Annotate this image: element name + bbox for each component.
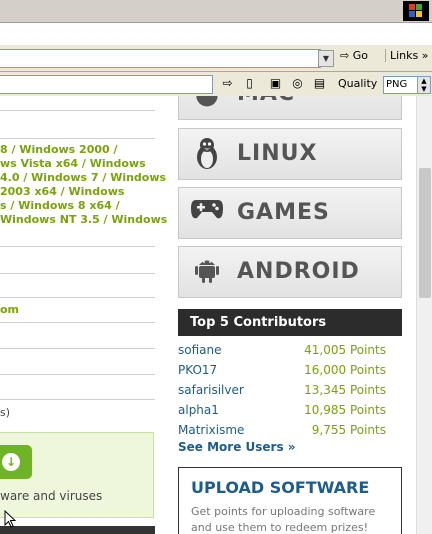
android-icon — [189, 255, 225, 289]
website-link[interactable]: om — [0, 303, 19, 316]
divider — [0, 322, 155, 323]
platform-button-mac[interactable]: ● MAC — [178, 96, 402, 120]
tux-icon — [189, 137, 225, 171]
contributor-points: 10,985 Points — [304, 403, 386, 417]
contributor-points: 13,345 Points — [304, 383, 386, 397]
contributor-points: 41,005 Points — [304, 343, 386, 357]
links-label: Links — [390, 49, 419, 62]
contributor-points: 9,755 Points — [311, 423, 386, 437]
capture-toolbar: ⇨ ▯ ▣ ◎ ▤ Quality PNG ▲ ▼ — [0, 72, 432, 97]
left-column: 8 / Windows 2000 / ws Vista x64 / Window… — [0, 96, 167, 534]
contributor-row: safarisilver 13,345 Points — [178, 380, 386, 400]
platform-button-games[interactable]: GAMES — [178, 187, 402, 239]
toolbar-search-field[interactable] — [0, 75, 213, 94]
contributor-points: 16,000 Points — [304, 363, 386, 377]
see-more-users-link[interactable]: See More Users » — [178, 440, 296, 454]
download-arrow-icon: ↓ — [2, 453, 20, 471]
upload-software-desc: Get points for uploading software and us… — [191, 505, 376, 534]
platform-label: LINUX — [237, 141, 318, 166]
divider — [0, 273, 155, 274]
platform-label: ANDROID — [237, 259, 360, 284]
divider — [0, 348, 155, 349]
download-button[interactable]: ↓ — [0, 445, 32, 479]
os-line[interactable]: 4.0 / Windows 7 / Windows — [0, 171, 166, 185]
capture-icon[interactable]: ▣ — [268, 76, 283, 91]
virus-free-text: ware and viruses — [0, 489, 103, 503]
right-column: ● MAC LINUX GAMES ANDROID Top 5 Contribu… — [178, 96, 402, 534]
binoculars-icon[interactable]: ◎ — [290, 76, 305, 91]
contributor-name[interactable]: safarisilver — [178, 380, 244, 400]
go-label: Go — [352, 49, 368, 62]
scrollbar-thumb[interactable] — [419, 168, 431, 298]
address-dropdown-button[interactable]: ▼ — [318, 50, 334, 67]
contributor-name[interactable]: PKO17 — [178, 360, 217, 380]
mouse-cursor-icon — [4, 510, 16, 528]
file-info-text: s) — [0, 406, 11, 419]
contributor-name[interactable]: alpha1 — [178, 400, 219, 420]
arrow-right-icon[interactable]: ⇨ — [220, 76, 235, 91]
windows-logo-icon — [403, 1, 429, 21]
divider — [0, 374, 155, 375]
contributor-row: Matrixisme 9,755 Points — [178, 420, 386, 440]
links-button[interactable]: Links » — [385, 49, 429, 62]
platform-button-linux[interactable]: LINUX — [178, 128, 402, 180]
quality-label: Quality — [338, 77, 378, 90]
os-line[interactable]: ws Vista x64 / Windows — [0, 157, 160, 171]
address-input[interactable] — [0, 49, 321, 68]
upload-software-title[interactable]: UPLOAD SOFTWARE — [191, 478, 369, 497]
quality-select[interactable]: PNG ▲ ▼ — [383, 76, 431, 94]
divider — [0, 399, 155, 400]
platform-label: MAC — [237, 96, 295, 106]
contributor-row: sofiane 41,005 Points — [178, 340, 386, 360]
upload-software-box: UPLOAD SOFTWARE Get points for uploading… — [178, 467, 402, 534]
platform-button-android[interactable]: ANDROID — [178, 246, 402, 298]
go-button[interactable]: ⇨ Go — [340, 49, 368, 62]
bookmark-icon[interactable]: ▯ — [242, 76, 257, 91]
divider — [0, 110, 155, 111]
address-bar: ▼ ⇨ Go Links » — [0, 44, 432, 72]
quality-value: PNG — [386, 79, 408, 90]
os-line[interactable]: s / Windows 8 x64 / — [0, 199, 160, 213]
contributor-row: PKO17 16,000 Points — [178, 360, 386, 380]
contributor-row: alpha1 10,985 Points — [178, 400, 386, 420]
divider — [0, 297, 155, 298]
contributor-name[interactable]: sofiane — [178, 340, 222, 360]
divider — [0, 246, 155, 247]
go-arrow-icon: ⇨ — [340, 49, 350, 62]
divider — [0, 138, 155, 139]
platform-label: GAMES — [237, 200, 330, 225]
contributor-name[interactable]: Matrixisme — [178, 420, 244, 440]
os-compatibility-links[interactable]: 8 / Windows 2000 / ws Vista x64 / Window… — [0, 143, 167, 227]
clipboard-icon[interactable]: ▤ — [312, 76, 327, 91]
os-line[interactable]: 8 / Windows 2000 / — [0, 143, 160, 157]
web-page: 8 / Windows 2000 / ws Vista x64 / Window… — [0, 96, 416, 534]
gamepad-icon — [189, 196, 225, 230]
top-contributors-heading: Top 5 Contributors — [178, 309, 402, 336]
os-line[interactable]: 2003 x64 / Windows — [0, 185, 160, 199]
apple-icon: ● — [189, 96, 225, 111]
title-bar — [0, 0, 432, 23]
section-header-bar — [0, 526, 155, 534]
vertical-scrollbar[interactable] — [416, 96, 432, 534]
download-box: ↓ ware and viruses — [0, 432, 154, 518]
os-line[interactable]: Windows NT 3.5 / Windows — [0, 213, 167, 227]
quality-spinner-icon[interactable]: ▲ ▼ — [417, 77, 430, 93]
